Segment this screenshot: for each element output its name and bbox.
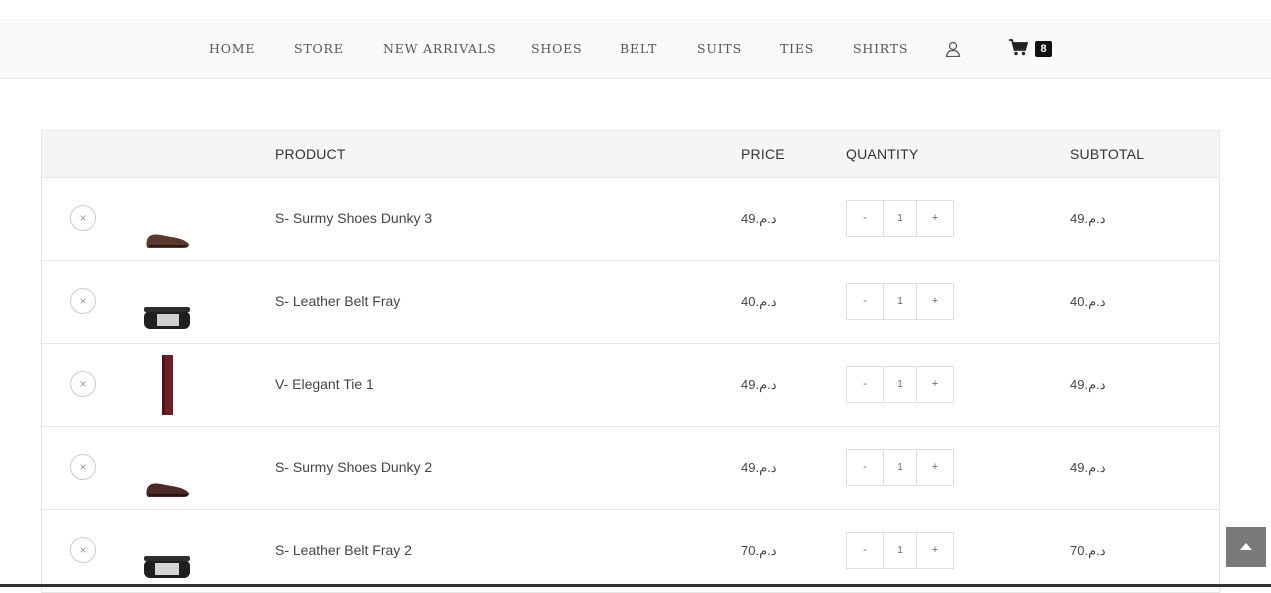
product-subtotal: 70.د.م [1070,543,1106,558]
product-image-shoe[interactable] [137,188,197,250]
product-price: 40.د.م [741,294,777,309]
remove-item-button[interactable]: × [70,205,96,231]
product-name[interactable]: S- Surmy Shoes Dunky 2 [275,459,432,475]
header-price: PRICE [741,146,785,162]
product-name[interactable]: S- Leather Belt Fray [275,293,400,309]
remove-item-button[interactable]: × [70,454,96,480]
header-quantity: QUANTITY [846,146,919,162]
quantity-stepper: - 1 + [846,532,954,569]
product-name[interactable]: V- Elegant Tie 1 [275,376,374,392]
product-image-shoe[interactable] [137,437,197,499]
quantity-increase-button[interactable]: + [917,367,953,402]
nav-shoes[interactable]: SHOES [531,41,582,56]
product-image-belt[interactable] [137,271,197,333]
cart-table: PRODUCT PRICE QUANTITY SUBTOTAL × S- Sur… [41,130,1220,593]
product-name[interactable]: S- Surmy Shoes Dunky 3 [275,210,432,226]
header-product: PRODUCT [275,146,346,162]
remove-item-button[interactable]: × [70,537,96,563]
product-image-tie[interactable] [137,354,197,416]
scroll-to-top-button[interactable] [1226,527,1266,567]
header-subtotal: SUBTOTAL [1070,146,1145,162]
quantity-decrease-button[interactable]: - [847,450,883,485]
product-subtotal: 49.د.م [1070,460,1106,475]
nav-shirts[interactable]: SHIRTS [853,41,908,56]
quantity-input[interactable]: 1 [883,367,917,402]
table-row: × S- Surmy Shoes Dunky 2 49.د.م - 1 + 49… [41,427,1220,510]
quantity-stepper: - 1 + [846,366,954,403]
product-image-belt[interactable] [137,520,197,582]
quantity-stepper: - 1 + [846,449,954,486]
table-row: × V- Elegant Tie 1 49.د.م - 1 + 49.د.م [41,344,1220,427]
quantity-input[interactable]: 1 [883,284,917,319]
quantity-stepper: - 1 + [846,200,954,237]
quantity-input[interactable]: 1 [883,450,917,485]
product-name[interactable]: S- Leather Belt Fray 2 [275,542,412,558]
quantity-input[interactable]: 1 [883,533,917,568]
nav-belt[interactable]: BELT [620,41,657,56]
quantity-stepper: - 1 + [846,283,954,320]
product-price: 70.د.م [741,543,777,558]
table-row: × S- Surmy Shoes Dunky 3 49.د.م - 1 + 49… [41,178,1220,261]
quantity-increase-button[interactable]: + [917,450,953,485]
quantity-increase-button[interactable]: + [917,533,953,568]
user-icon[interactable] [945,41,961,62]
quantity-increase-button[interactable]: + [917,201,953,236]
remove-item-button[interactable]: × [70,371,96,397]
product-price: 49.د.م [741,211,777,226]
nav-store[interactable]: STORE [294,41,344,56]
quantity-decrease-button[interactable]: - [847,201,883,236]
top-navigation: HOME STORE NEW ARRIVALS SHOES BELT SUITS… [0,19,1271,79]
nav-ties[interactable]: TIES [780,41,814,56]
table-row: × S- Leather Belt Fray 40.د.م - 1 + 40.د… [41,261,1220,344]
product-price: 49.د.م [741,377,777,392]
product-subtotal: 40.د.م [1070,294,1106,309]
quantity-decrease-button[interactable]: - [847,533,883,568]
table-row: × S- Leather Belt Fray 2 70.د.م - 1 + 70… [41,510,1220,593]
quantity-decrease-button[interactable]: - [847,367,883,402]
quantity-input[interactable]: 1 [883,201,917,236]
cart-icon[interactable] [1009,39,1029,61]
nav-new-arrivals[interactable]: NEW ARRIVALS [383,41,496,56]
product-price: 49.د.م [741,460,777,475]
cart-count-badge[interactable]: 8 [1035,41,1052,57]
product-subtotal: 49.د.م [1070,211,1106,226]
nav-home[interactable]: HOME [209,41,255,56]
product-subtotal: 49.د.م [1070,377,1106,392]
nav-suits[interactable]: SUITS [697,41,742,56]
quantity-increase-button[interactable]: + [917,284,953,319]
remove-item-button[interactable]: × [70,288,96,314]
quantity-decrease-button[interactable]: - [847,284,883,319]
chevron-up-icon [1240,543,1252,550]
table-header: PRODUCT PRICE QUANTITY SUBTOTAL [41,130,1220,178]
